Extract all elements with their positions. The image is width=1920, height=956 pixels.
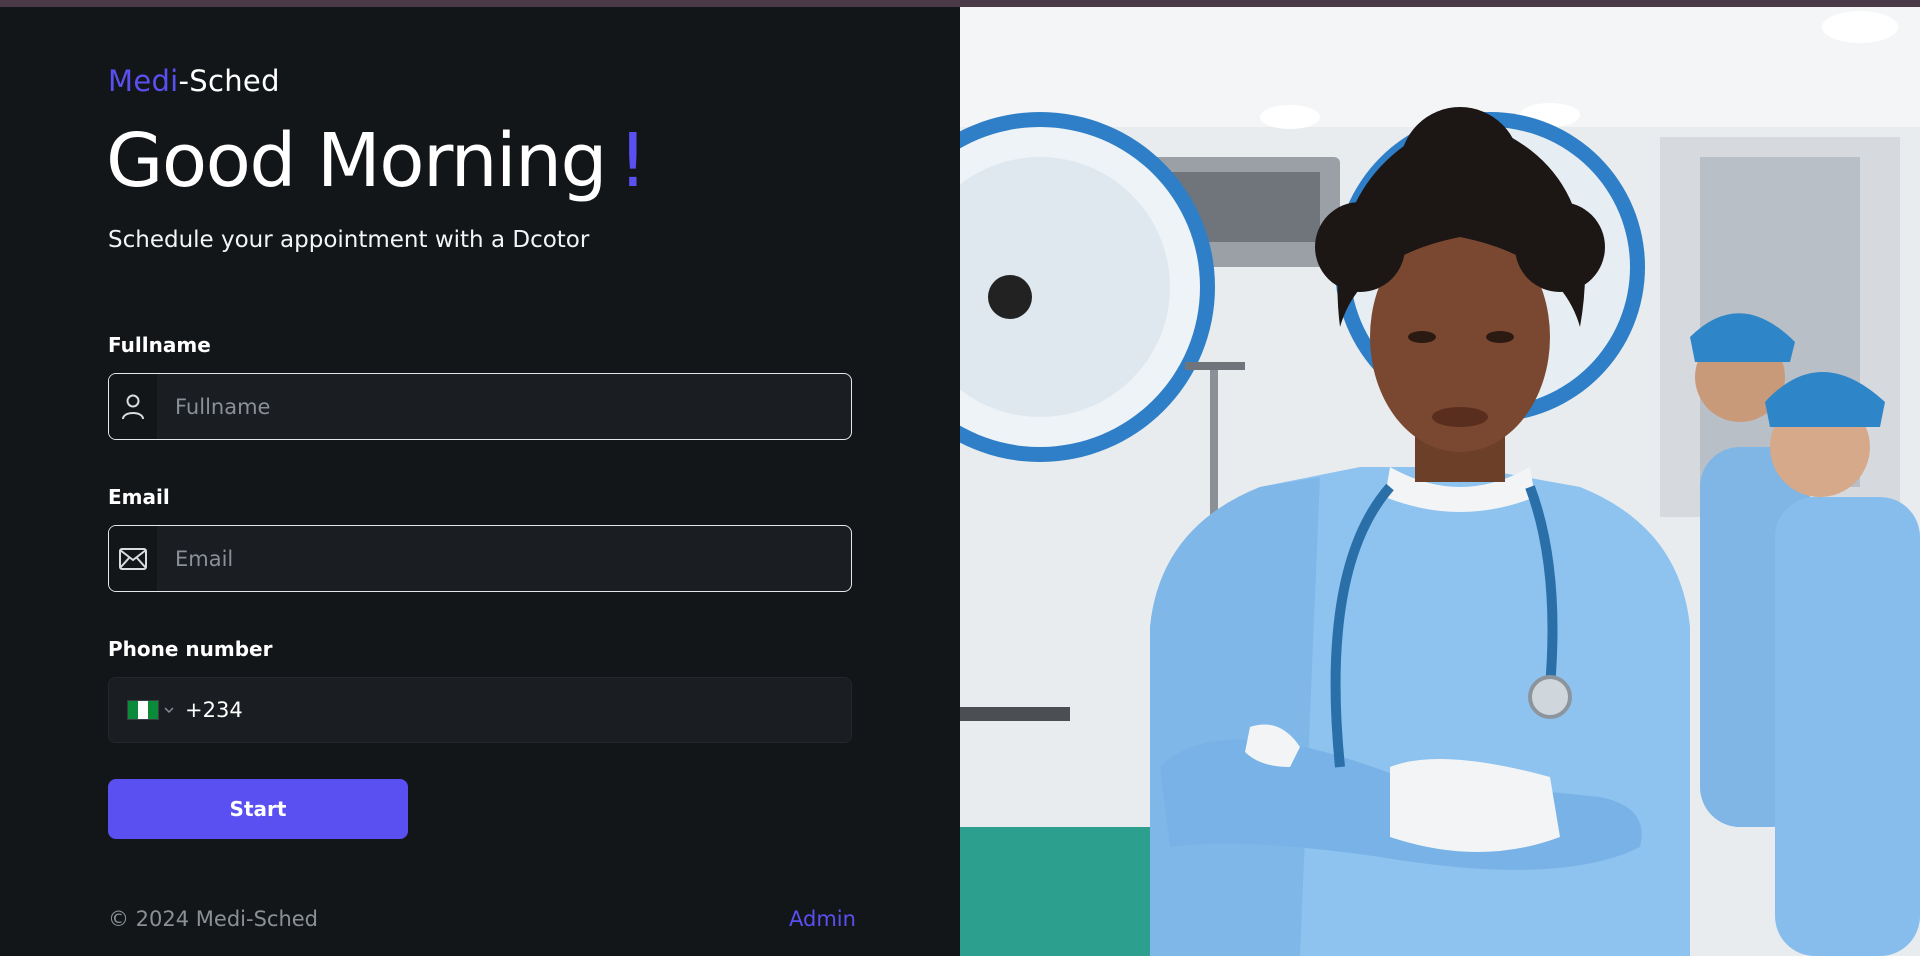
phone-input[interactable]: +234: [185, 698, 243, 722]
phone-field[interactable]: +234: [108, 677, 852, 743]
page-subtitle: Schedule your appointment with a Dcotor: [108, 227, 590, 253]
email-field[interactable]: Email: [108, 525, 852, 592]
start-button[interactable]: Start: [108, 779, 408, 839]
window-top-bar: [0, 0, 1920, 7]
chevron-down-icon[interactable]: [163, 704, 175, 716]
greeting-mark: !: [617, 118, 648, 204]
email-input[interactable]: Email: [175, 547, 233, 571]
brand-part-2: -Sched: [178, 64, 280, 98]
envelope-icon: [109, 526, 157, 591]
user-icon: [109, 374, 157, 439]
admin-link[interactable]: Admin: [789, 907, 856, 931]
greeting-text: Good Morning: [106, 118, 607, 204]
page-title: Good Morning!: [106, 118, 648, 204]
brand-part-1: Medi: [108, 64, 179, 98]
fullname-field[interactable]: Fullname: [108, 373, 852, 440]
copyright-text: © 2024 Medi-Sched: [108, 907, 319, 931]
phone-label: Phone number: [108, 637, 273, 661]
email-label: Email: [108, 485, 170, 509]
fullname-label: Fullname: [108, 333, 211, 357]
fullname-input[interactable]: Fullname: [175, 395, 270, 419]
doctor-photo: [960, 7, 1920, 956]
nigeria-flag-icon[interactable]: [127, 700, 159, 720]
brand-logo: Medi-Sched: [108, 64, 280, 98]
